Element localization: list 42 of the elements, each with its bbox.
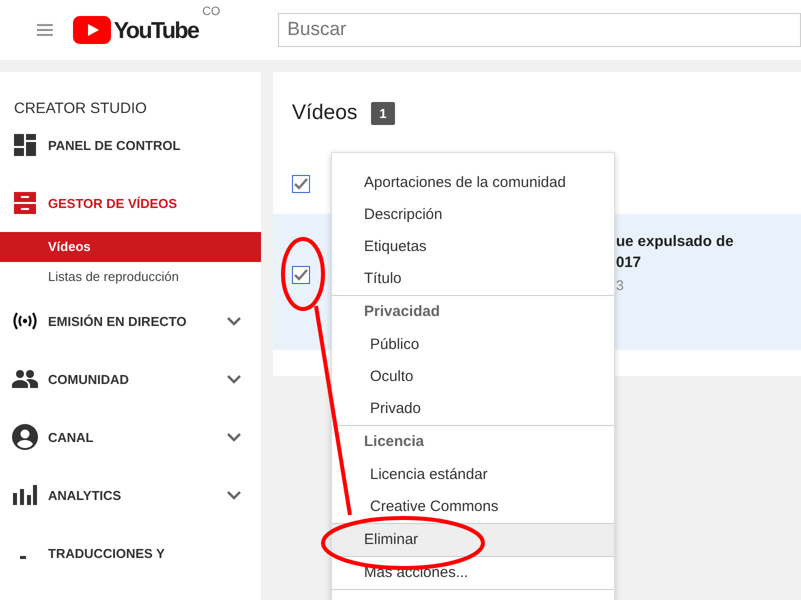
play-logo-icon <box>72 16 111 44</box>
menu-item[interactable]: Privado <box>332 393 614 425</box>
menu-item[interactable]: Oculto <box>332 361 614 393</box>
select-all-checkbox[interactable] <box>292 175 310 193</box>
sidebar-item[interactable]: TRADUCCIONES Y <box>0 524 261 582</box>
people-icon <box>12 370 38 388</box>
video-title[interactable]: 017 <box>616 252 734 273</box>
menu-item[interactable]: Eliminar <box>332 524 614 556</box>
menu-item[interactable]: Creative Commons <box>332 491 614 523</box>
menu-item[interactable]: Público <box>332 329 614 361</box>
row-checkbox[interactable] <box>292 266 310 284</box>
count-badge: 1 <box>371 102 395 124</box>
sidebar-subitem[interactable]: Listas de reproducción <box>0 262 261 292</box>
dashboard-icon <box>12 134 38 156</box>
chevron-down-icon[interactable] <box>227 432 241 442</box>
account-circle-icon <box>12 424 38 450</box>
video-meta: 3 <box>616 277 625 293</box>
menu-item[interactable]: Etiquetas <box>332 231 614 263</box>
menu-item[interactable]: Título <box>332 263 614 295</box>
sidebar-item[interactable]: GESTOR DE VÍDEOS <box>0 174 261 232</box>
menu-item[interactable]: Aportaciones de la comunidad <box>332 167 614 199</box>
bar-chart-icon <box>12 485 38 505</box>
sidebar-item[interactable]: CANAL <box>0 408 261 466</box>
video-manager-icon <box>12 192 38 214</box>
chevron-down-icon[interactable] <box>227 316 241 326</box>
page-title: Vídeos <box>292 101 358 125</box>
chevron-down-icon[interactable] <box>227 490 241 500</box>
country-code: CO <box>202 4 220 18</box>
sidebar-subitem[interactable]: Vídeos <box>0 232 261 262</box>
menu-item[interactable]: Licencia estándar <box>332 459 614 491</box>
video-title[interactable]: ue expulsado de <box>616 231 734 252</box>
logo-text[interactable]: YouTube <box>114 15 200 45</box>
menu-item[interactable]: Descripción <box>332 199 614 231</box>
sidebar-item[interactable]: COMUNIDAD <box>0 350 261 408</box>
sidebar-item[interactable]: EMISIÓN EN DIRECTO <box>0 292 261 350</box>
menu-icon[interactable] <box>37 24 53 36</box>
chevron-down-icon[interactable] <box>227 374 241 384</box>
broadcast-icon <box>12 311 38 331</box>
sidebar-item[interactable]: ANALYTICS <box>0 466 261 524</box>
sidebar-item[interactable]: PANEL DE CONTROL <box>0 116 261 174</box>
search-field[interactable]: Buscar <box>278 13 801 47</box>
sidebar-title: CREATOR STUDIO <box>13 99 148 116</box>
